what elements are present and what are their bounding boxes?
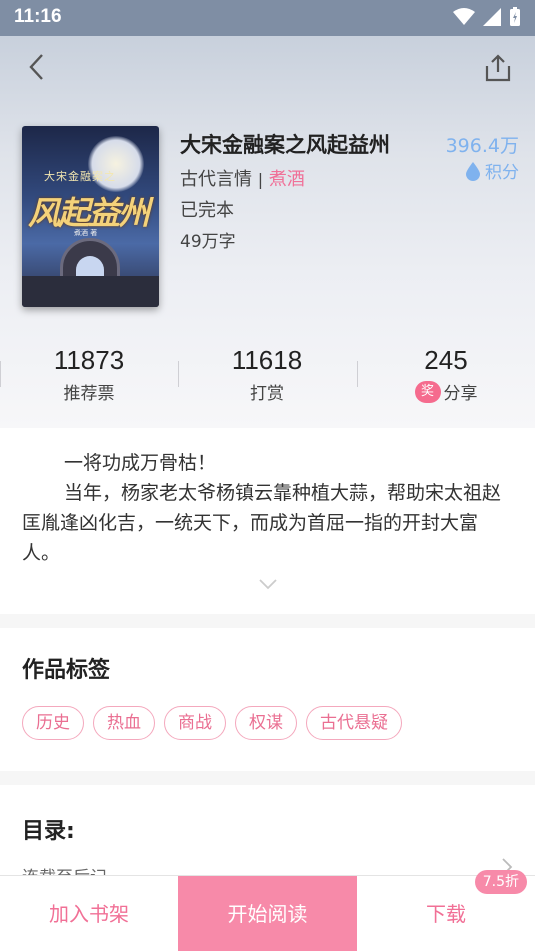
- points-value: 396.4万: [445, 135, 519, 157]
- battery-icon: [510, 7, 520, 26]
- stat-recommend-value: 11873: [53, 345, 125, 375]
- tag-item[interactable]: 古代悬疑: [306, 706, 402, 740]
- stat-reward-value: 11618: [231, 345, 303, 375]
- points-label-row: 积分: [465, 158, 519, 183]
- tag-item[interactable]: 商战: [164, 706, 226, 740]
- status-time: 11:16: [14, 6, 62, 27]
- stat-recommend[interactable]: 11873 推荐票: [0, 345, 178, 404]
- book-category-author: 古代言情 | 煮酒: [180, 165, 305, 191]
- book-cover[interactable]: 大宋金融案之 风起益州 煮酒 著: [22, 126, 159, 307]
- stats-row: 11873 推荐票 11618 打赏 245 奖 分享: [0, 345, 535, 409]
- toc-title: 目录:: [22, 819, 75, 844]
- separator: |: [257, 170, 264, 189]
- chevron-down-icon[interactable]: [258, 578, 278, 590]
- description-paragraph-1: 一将功成万骨枯！: [64, 452, 217, 474]
- stat-share-value: 245: [424, 345, 468, 375]
- book-title: 大宋金融案之风起益州: [180, 133, 390, 157]
- signal-icon: [483, 8, 501, 26]
- tag-item[interactable]: 热血: [93, 706, 155, 740]
- reward-badge: 奖: [414, 380, 441, 403]
- description-paragraph-2: 当年，杨家老太爷杨镇云靠种植大蒜，帮助宋太祖赵匡胤逢凶化吉，一统天下，而成为首屈…: [22, 482, 502, 564]
- tag-item[interactable]: 历史: [22, 706, 84, 740]
- bottom-action-bar: 加入书架 开始阅读 下载 7.5折: [0, 870, 535, 951]
- download-button[interactable]: 下载 7.5折: [357, 870, 535, 951]
- stat-reward-label: 打赏: [250, 384, 284, 404]
- add-to-shelf-button[interactable]: 加入书架: [0, 876, 178, 951]
- drop-icon: [466, 161, 480, 181]
- back-icon[interactable]: [22, 50, 52, 84]
- tags-section: 作品标签 历史 热血 商战 权谋 古代悬疑: [0, 628, 535, 771]
- start-reading-button[interactable]: 开始阅读: [178, 876, 357, 951]
- status-icons: [453, 7, 521, 27]
- tag-item[interactable]: 权谋: [235, 706, 297, 740]
- download-label: 下载: [426, 902, 466, 926]
- book-author[interactable]: 煮酒: [269, 169, 305, 190]
- stat-recommend-label: 推荐票: [63, 384, 115, 404]
- book-category[interactable]: 古代言情: [180, 169, 252, 190]
- status-bar: 11:16: [0, 0, 535, 36]
- discount-badge: 7.5折: [474, 870, 527, 894]
- share-icon[interactable]: [483, 52, 513, 84]
- book-status: 已完本: [180, 200, 234, 221]
- tags-section-title: 作品标签: [22, 658, 111, 683]
- book-word-count: 49万字: [180, 232, 236, 252]
- cover-author: 煮酒 著: [74, 229, 98, 237]
- tag-list: 历史 热血 商战 权谋 古代悬疑: [22, 706, 402, 740]
- wifi-icon: [453, 8, 475, 25]
- cover-wall: [22, 276, 159, 307]
- stat-share[interactable]: 245 奖 分享: [357, 345, 535, 404]
- points-label: 积分: [485, 163, 519, 183]
- cover-subtitle: 大宋金融案之: [44, 170, 116, 183]
- book-description[interactable]: 一将功成万骨枯！ 当年，杨家老太爷杨镇云靠种植大蒜，帮助宋太祖赵匡胤逢凶化吉，一…: [0, 428, 535, 614]
- stat-share-label: 分享: [443, 384, 478, 404]
- stat-reward[interactable]: 11618 打赏: [178, 345, 356, 404]
